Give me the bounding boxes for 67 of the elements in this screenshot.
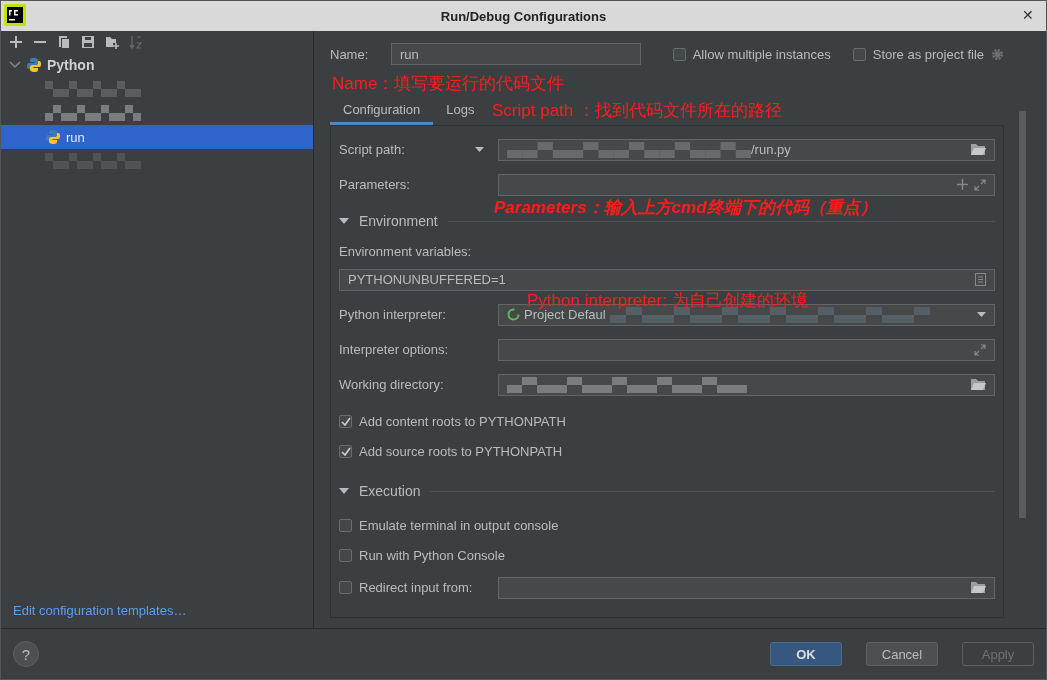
tree-item[interactable]: run bbox=[1, 125, 313, 149]
templates-link[interactable]: Edit configuration templates… bbox=[1, 603, 313, 628]
tab[interactable]: Logs bbox=[433, 97, 488, 125]
annotation-note: Parameters：输入上方cmd终端下的代码（重点） bbox=[494, 197, 877, 219]
checkbox[interactable] bbox=[852, 47, 866, 61]
checkbox[interactable] bbox=[339, 518, 352, 532]
python-logo-icon bbox=[26, 57, 42, 73]
dropdown-arrow-icon[interactable] bbox=[977, 312, 986, 317]
collapse-arrow-icon[interactable] bbox=[339, 487, 349, 495]
checkbox[interactable] bbox=[339, 548, 352, 562]
redirect-input-field[interactable] bbox=[498, 576, 995, 599]
field-label: Interpreter options: bbox=[339, 342, 450, 357]
new-folder-icon[interactable] bbox=[105, 35, 119, 49]
checkbox-label[interactable]: Store as project file bbox=[872, 46, 984, 62]
sort-icon[interactable] bbox=[129, 35, 143, 49]
dialog-button[interactable]: OK bbox=[770, 642, 842, 666]
checkbox-label[interactable]: Allow multiple instances bbox=[692, 46, 831, 62]
document-icon[interactable] bbox=[975, 273, 986, 286]
path-text: /run.py bbox=[751, 142, 791, 157]
field-label: Environment variables: bbox=[339, 243, 472, 259]
collapse-arrow-icon[interactable] bbox=[339, 217, 349, 225]
section-title: Execution bbox=[359, 483, 421, 499]
tree-item[interactable]: Python bbox=[47, 57, 95, 73]
checkbox[interactable] bbox=[339, 581, 352, 594]
add-icon[interactable] bbox=[9, 35, 23, 49]
save-icon[interactable] bbox=[81, 35, 95, 49]
window-title: Run/Debug Configurations bbox=[440, 8, 607, 24]
settings-icon[interactable] bbox=[991, 47, 1004, 61]
copy-icon[interactable] bbox=[57, 35, 71, 49]
annotation-note: Name：填写要运行的代码文件 bbox=[332, 72, 565, 95]
loading-spinner-icon bbox=[507, 308, 520, 321]
dropdown-arrow-icon[interactable] bbox=[475, 147, 484, 152]
expand-icon[interactable] bbox=[974, 343, 986, 356]
field-label: Parameters: bbox=[339, 177, 411, 192]
expand-icon[interactable] bbox=[974, 178, 986, 191]
help-button[interactable]: ? bbox=[13, 641, 39, 667]
checkbox-label[interactable]: Run with Python Console bbox=[359, 547, 505, 563]
folder-icon[interactable] bbox=[970, 378, 986, 391]
app-logo-icon bbox=[4, 4, 26, 26]
field-label: Working directory: bbox=[339, 377, 445, 392]
checkbox-label[interactable]: Add content roots to PYTHONPATH bbox=[359, 413, 566, 429]
field-label: Script path: bbox=[339, 142, 405, 157]
scrollbar[interactable] bbox=[1019, 111, 1026, 518]
parameters-field[interactable] bbox=[498, 173, 995, 196]
close-button[interactable]: ✕ bbox=[1022, 7, 1034, 23]
checkbox-label[interactable]: Emulate terminal in output console bbox=[359, 517, 559, 533]
add-icon[interactable] bbox=[957, 179, 968, 190]
tab[interactable]: Configuration bbox=[330, 97, 434, 125]
environment-variables-field[interactable]: PYTHONUNBUFFERED=1 bbox=[339, 268, 995, 291]
checkbox[interactable] bbox=[672, 47, 686, 61]
expand-chevron-icon[interactable] bbox=[9, 61, 21, 69]
section-title: Environment bbox=[359, 213, 438, 229]
folder-icon[interactable] bbox=[970, 581, 986, 594]
checkbox[interactable] bbox=[339, 414, 352, 428]
annotation-note: Script path ：找到代码文件所在的路径 bbox=[492, 100, 782, 122]
dialog-button[interactable]: Cancel bbox=[866, 642, 938, 666]
checkbox-label[interactable]: Add source roots to PYTHONPATH bbox=[359, 443, 563, 459]
working-directory-field[interactable] bbox=[498, 373, 995, 396]
field-label: Python interpreter: bbox=[339, 307, 447, 322]
python-logo-icon bbox=[45, 129, 61, 145]
checkbox[interactable] bbox=[339, 444, 352, 458]
folder-icon[interactable] bbox=[970, 143, 986, 156]
script-path-field[interactable]: /run.py bbox=[498, 138, 995, 161]
field-label: Name: bbox=[330, 46, 370, 62]
checkbox-label[interactable]: Redirect input from: bbox=[359, 580, 473, 595]
interpreter-options-field[interactable] bbox=[498, 338, 995, 361]
name-field[interactable]: run bbox=[391, 43, 641, 65]
